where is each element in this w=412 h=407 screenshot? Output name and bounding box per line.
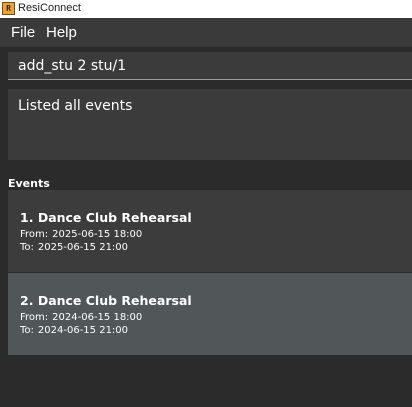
event-card[interactable]: 1. Dance Club Rehearsal From: 2025-06-15 … — [8, 190, 412, 272]
event-from-label: From: — [20, 312, 49, 323]
event-index: 1. — [20, 210, 34, 225]
event-name: Dance Club Rehearsal — [37, 293, 192, 308]
event-from: From: 2024-06-15 18:00 — [20, 312, 142, 323]
command-box — [8, 52, 412, 80]
event-from-value: 2025-06-15 18:00 — [52, 229, 143, 240]
event-name: Dance Club Rehearsal — [37, 210, 192, 225]
event-to-label: To: — [20, 325, 34, 336]
event-from-value: 2024-06-15 18:00 — [52, 312, 143, 323]
app-icon: R — [2, 2, 15, 15]
command-input[interactable] — [8, 52, 412, 79]
events-header: Events — [8, 177, 50, 190]
title-bar: R ResiConnect — [0, 0, 412, 18]
window-title: ResiConnect — [18, 2, 81, 14]
event-from: From: 2025-06-15 18:00 — [20, 229, 142, 240]
menu-help[interactable]: Help — [46, 24, 77, 41]
event-index: 2. — [20, 293, 34, 308]
event-to: To: 2024-06-15 21:00 — [20, 325, 128, 336]
menu-bar: File Help — [0, 18, 412, 48]
event-title: 1. Dance Club Rehearsal — [20, 210, 192, 225]
event-card-selected[interactable]: 2. Dance Club Rehearsal From: 2024-06-15 … — [8, 273, 412, 355]
event-to-value: 2024-06-15 21:00 — [37, 325, 129, 336]
result-display: Listed all events — [8, 89, 412, 160]
result-text: Listed all events — [18, 98, 133, 114]
event-to-label: To: — [20, 242, 34, 253]
event-list[interactable]: 1. Dance Club Rehearsal From: 2025-06-15 … — [8, 190, 412, 355]
event-to: To: 2025-06-15 21:00 — [20, 242, 128, 253]
event-to-value: 2025-06-15 21:00 — [37, 242, 129, 253]
event-title: 2. Dance Club Rehearsal — [20, 293, 192, 308]
menu-file[interactable]: File — [11, 24, 35, 41]
event-from-label: From: — [20, 229, 49, 240]
